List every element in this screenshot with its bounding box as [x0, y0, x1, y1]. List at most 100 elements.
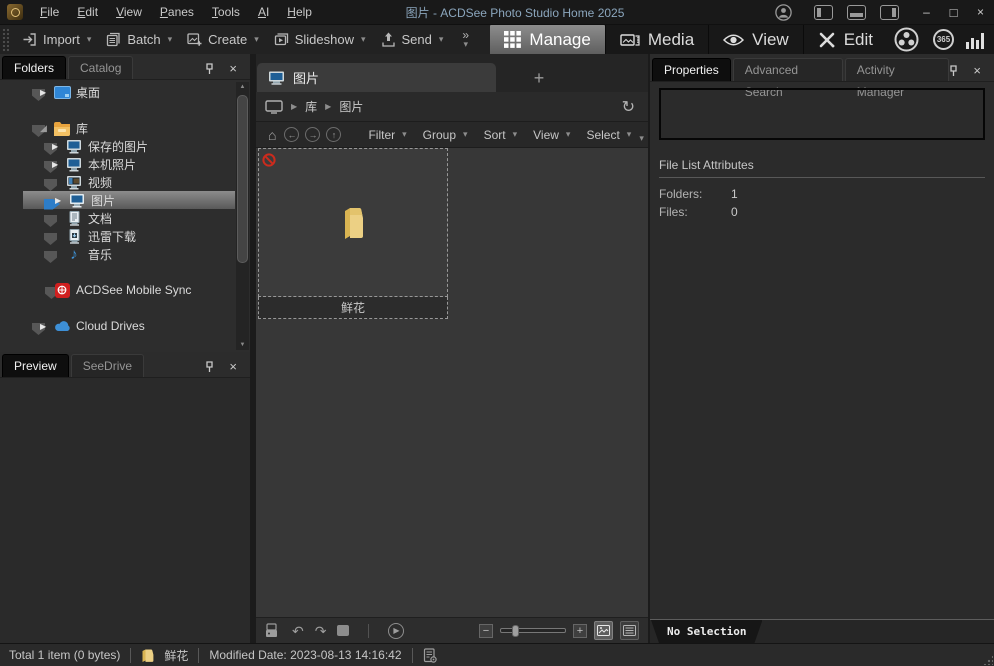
mode-media-button[interactable]: Media: [605, 25, 708, 55]
toolbar-overflow-button[interactable]: » ▾: [462, 31, 469, 49]
expander-icon[interactable]: ▶: [55, 196, 68, 205]
breadcrumb-item-libraries[interactable]: 库: [305, 98, 317, 115]
mode-edit-button[interactable]: Edit: [803, 25, 887, 55]
resize-grip[interactable]: [983, 655, 993, 665]
toggle-left-pane-icon[interactable]: [814, 5, 833, 20]
forward-icon[interactable]: →: [305, 127, 320, 142]
expander-icon[interactable]: ▶: [52, 160, 65, 169]
community-button[interactable]: [894, 27, 919, 52]
file-list-view[interactable]: 鲜花: [256, 148, 648, 617]
sidebar-item-saved-pictures[interactable]: ▶ 保存的图片: [0, 137, 250, 155]
pin-icon[interactable]: [205, 361, 214, 373]
menu-view[interactable]: View: [107, 0, 151, 24]
slideshow-button[interactable]: Slideshow ▾: [266, 26, 373, 54]
home-icon[interactable]: ⌂: [268, 127, 276, 143]
database-status-icon[interactable]: [423, 648, 437, 663]
folder-thumbnail[interactable]: [258, 148, 448, 297]
easy-select-indicator[interactable]: [44, 179, 57, 191]
sidebar-item-music[interactable]: ♪ 音乐: [0, 245, 250, 263]
details-view-button[interactable]: [620, 621, 639, 640]
dashboard-button[interactable]: [966, 31, 984, 49]
mode-manage-button[interactable]: Manage: [490, 25, 604, 55]
maximize-button[interactable]: □: [940, 0, 967, 24]
minimize-button[interactable]: –: [913, 0, 940, 24]
scroll-up-icon[interactable]: ▲: [236, 82, 249, 92]
group-menu[interactable]: Group▾: [415, 128, 476, 142]
sidebar-item-camera-roll[interactable]: ▶ 本机照片: [0, 155, 250, 173]
sort-menu[interactable]: Sort▾: [476, 128, 526, 142]
toolbar-more-icon[interactable]: ▾: [639, 133, 647, 147]
account-icon[interactable]: [775, 4, 792, 21]
back-icon[interactable]: ←: [284, 127, 299, 142]
expander-icon[interactable]: ◢: [40, 123, 53, 134]
sidebar-item-documents[interactable]: 文档: [0, 209, 250, 227]
new-tab-button[interactable]: +: [524, 68, 554, 89]
sidebar-item-libraries[interactable]: ◢ 库: [0, 119, 250, 137]
close-panel-icon[interactable]: ×: [229, 63, 237, 75]
tab-catalog[interactable]: Catalog: [68, 56, 133, 79]
tab-seedrive[interactable]: SeeDrive: [71, 354, 144, 377]
scrollbar-thumb[interactable]: [237, 95, 248, 263]
redo-button[interactable]: ↷: [315, 624, 327, 638]
pin-icon[interactable]: [949, 65, 958, 77]
menu-panes[interactable]: Panes: [151, 0, 203, 24]
easy-select-indicator[interactable]: [44, 215, 57, 227]
batch-button[interactable]: Batch ▾: [98, 26, 179, 54]
sidebar-item-pictures[interactable]: ▶ 图片: [0, 191, 250, 209]
no-selection-tab[interactable]: No Selection: [651, 620, 762, 643]
toggle-bottom-pane-icon[interactable]: [847, 5, 866, 20]
mode-view-button[interactable]: View: [708, 25, 803, 55]
folder-item[interactable]: 鲜花: [258, 148, 448, 319]
compare-button[interactable]: [337, 625, 349, 636]
close-window-button[interactable]: ×: [967, 0, 994, 24]
menu-tools[interactable]: Tools: [203, 0, 249, 24]
computer-icon[interactable]: [265, 100, 283, 114]
tab-folders[interactable]: Folders: [2, 56, 66, 79]
easy-select-indicator[interactable]: [44, 251, 57, 263]
menu-edit[interactable]: Edit: [68, 0, 107, 24]
up-icon[interactable]: ↑: [326, 127, 341, 142]
menu-file[interactable]: File: [31, 0, 68, 24]
menu-ai[interactable]: AI: [249, 0, 278, 24]
toolbar-grip[interactable]: [2, 28, 9, 52]
image-basket-button[interactable]: [265, 623, 281, 638]
pin-icon[interactable]: [205, 63, 214, 75]
undo-button[interactable]: ↶: [292, 624, 304, 638]
tab-activity-manager[interactable]: Activity Manager: [845, 58, 950, 81]
expander-icon[interactable]: ▶: [52, 142, 65, 151]
tab-pictures[interactable]: 图片: [257, 63, 496, 92]
close-panel-icon[interactable]: ×: [973, 65, 981, 77]
sidebar-item-thunder-downloads[interactable]: 迅雷下载: [0, 227, 250, 245]
scroll-down-icon[interactable]: ▼: [236, 340, 249, 350]
filter-menu[interactable]: Filter▾: [360, 128, 414, 142]
easy-select-indicator[interactable]: [44, 233, 57, 245]
tab-properties[interactable]: Properties: [652, 58, 731, 81]
close-panel-icon[interactable]: ×: [229, 361, 237, 373]
import-button[interactable]: Import ▾: [14, 26, 98, 54]
send-button[interactable]: Send ▾: [373, 26, 451, 54]
menu-help[interactable]: Help: [278, 0, 321, 24]
expander-icon[interactable]: ▶: [40, 322, 53, 331]
breadcrumb-item-pictures[interactable]: 图片: [339, 98, 363, 115]
folders-scrollbar[interactable]: ▲ ▼: [236, 82, 249, 350]
sidebar-item-acdsee-mobile-sync[interactable]: ACDSee Mobile Sync: [0, 281, 250, 299]
select-menu[interactable]: Select▾: [578, 128, 639, 142]
view-menu[interactable]: View▾: [525, 128, 578, 142]
acdsee-365-button[interactable]: 365: [933, 29, 954, 50]
expander-icon[interactable]: ▶: [40, 88, 53, 97]
toggle-right-pane-icon[interactable]: [880, 5, 899, 20]
thumbnail-size-slider[interactable]: [500, 628, 566, 633]
thumbnails-view-button[interactable]: [594, 621, 613, 640]
sidebar-item-videos[interactable]: 视频: [0, 173, 250, 191]
slider-thumb[interactable]: [512, 625, 519, 637]
slideshow-play-button[interactable]: ▶: [388, 623, 404, 639]
tab-advanced-search[interactable]: Advanced Search: [733, 58, 843, 81]
sidebar-item-cloud-drives[interactable]: ▶ Cloud Drives: [0, 317, 250, 335]
tab-preview[interactable]: Preview: [2, 354, 69, 377]
create-button[interactable]: Create ▾: [179, 26, 266, 54]
folder-item-label[interactable]: 鲜花: [258, 297, 448, 319]
zoom-in-button[interactable]: +: [573, 624, 587, 638]
refresh-icon[interactable]: ↻: [622, 97, 639, 117]
sidebar-item-desktop[interactable]: ▶ 桌面: [0, 83, 250, 101]
zoom-out-button[interactable]: −: [479, 624, 493, 638]
